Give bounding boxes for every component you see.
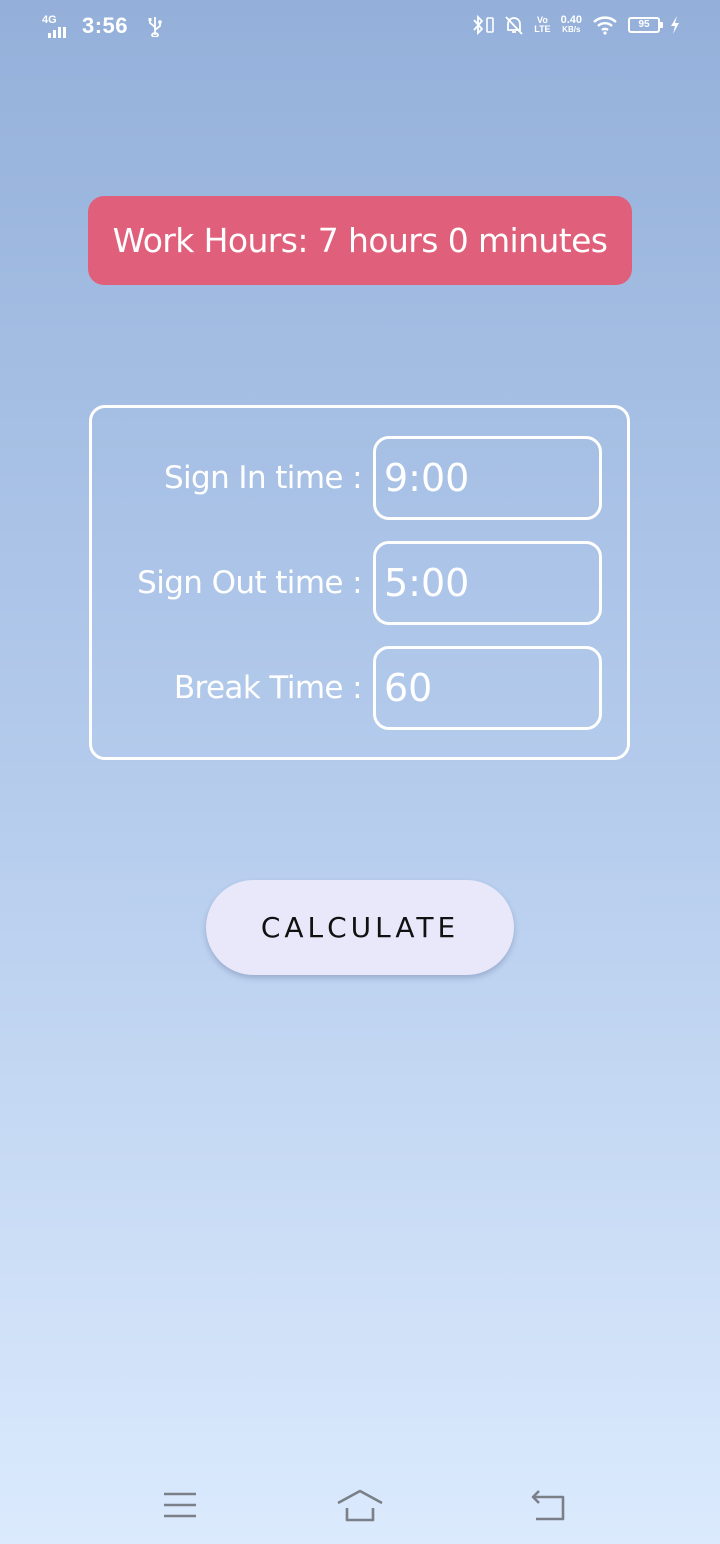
mute-bell-icon xyxy=(505,16,523,35)
break-input[interactable] xyxy=(373,646,602,730)
wifi-icon xyxy=(593,16,617,35)
back-button[interactable] xyxy=(518,1480,578,1530)
charging-icon xyxy=(671,16,679,34)
home-button[interactable] xyxy=(330,1480,390,1530)
break-row: Break Time : xyxy=(92,646,627,730)
menu-icon xyxy=(164,1492,196,1518)
sign-out-input[interactable] xyxy=(373,541,602,625)
status-bar: 4G 3:56 Vo LTE 0.40 KB/s 95 xyxy=(0,0,720,56)
signal-icon: 4G xyxy=(42,12,74,40)
status-bar-left: 4G 3:56 xyxy=(42,12,164,40)
back-icon xyxy=(531,1490,565,1521)
speed-unit: KB/s xyxy=(562,25,581,34)
usb-icon xyxy=(148,17,162,37)
sign-in-label: Sign In time : xyxy=(163,460,363,496)
navigation-bar xyxy=(0,1460,720,1544)
break-label: Break Time : xyxy=(173,670,363,706)
bluetooth-icon xyxy=(473,14,484,36)
time-input-card: Sign In time : Sign Out time : Break Tim… xyxy=(89,405,630,760)
sign-in-input[interactable] xyxy=(373,436,602,520)
speed-value: 0.40 xyxy=(560,14,582,26)
sign-out-label: Sign Out time : xyxy=(137,565,362,601)
result-banner: Work Hours: 7 hours 0 minutes xyxy=(88,196,632,285)
battery-icon: 95 xyxy=(628,17,663,33)
vibrate-icon xyxy=(486,17,495,33)
home-icon xyxy=(337,1489,383,1522)
network-type: 4G xyxy=(42,14,57,26)
sign-out-row: Sign Out time : xyxy=(92,541,627,625)
status-time: 3:56 xyxy=(82,13,129,38)
volte-bottom: LTE xyxy=(534,24,551,34)
status-bar-right: Vo LTE 0.40 KB/s 95 xyxy=(472,14,680,36)
network-speed: 0.40 KB/s xyxy=(561,15,582,35)
work-hours-result: Work Hours: 7 hours 0 minutes xyxy=(112,221,608,260)
volte-indicator: Vo LTE xyxy=(534,16,550,34)
menu-button[interactable] xyxy=(150,1480,210,1530)
calculate-button[interactable]: CALCULATE xyxy=(206,880,514,975)
sign-in-row: Sign In time : xyxy=(92,436,627,520)
